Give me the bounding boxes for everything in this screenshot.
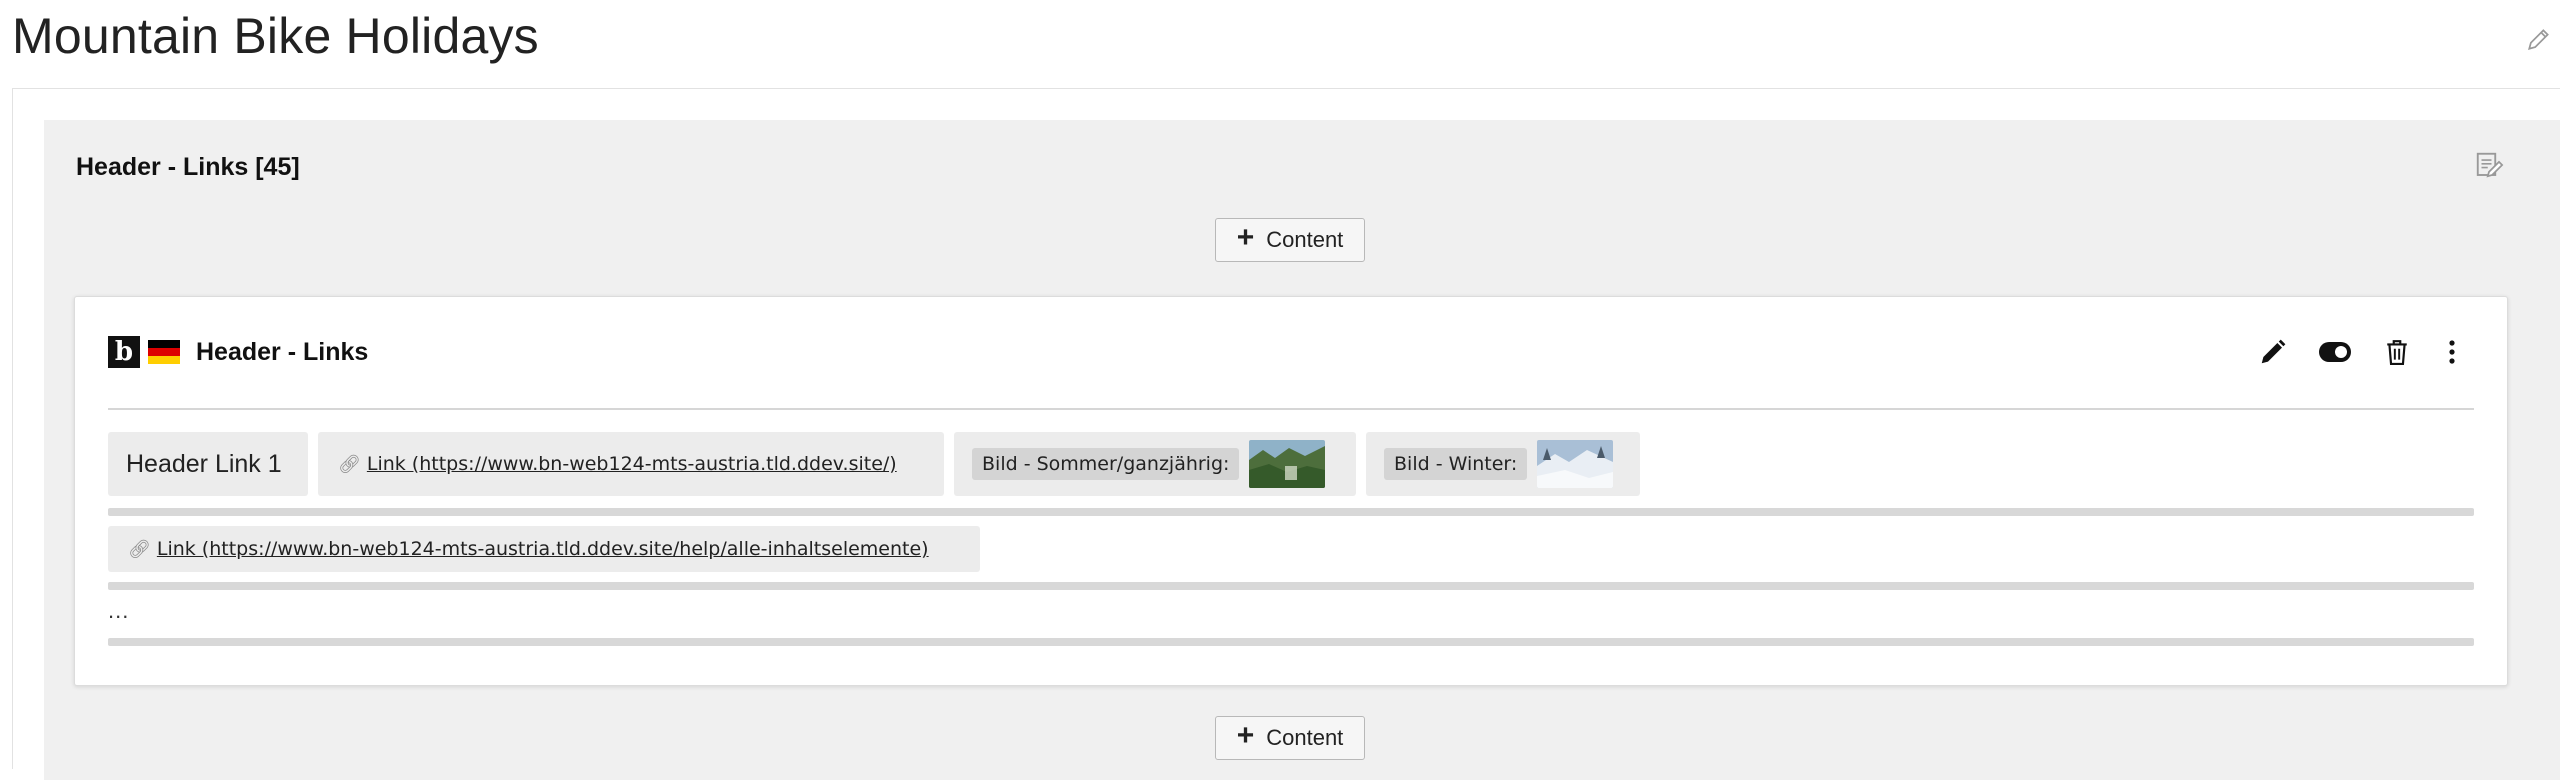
- add-content-button[interactable]: + Content: [1215, 716, 1365, 760]
- link-chip-2[interactable]: 🔗︎ Link (https://www.bn-web124-mts-austr…: [108, 526, 980, 572]
- image-winter-label: Bild - Winter:: [1384, 448, 1528, 480]
- link-text-2[interactable]: Link (https://www.bn-web124-mts-austria.…: [157, 538, 929, 560]
- plus-icon: +: [1236, 221, 1255, 254]
- content-element-title[interactable]: Header - Links: [196, 338, 368, 367]
- container-title: Header - Links [45]: [76, 153, 300, 181]
- divider: [108, 408, 2474, 410]
- link-chip-1[interactable]: 🔗︎ Link (https://www.bn-web124-mts-austr…: [318, 432, 944, 496]
- winter-thumbnail-image[interactable]: [1537, 440, 1614, 488]
- field-separator: [108, 508, 2474, 516]
- link-text-1[interactable]: Link (https://www.bn-web124-mts-austria.…: [367, 453, 897, 475]
- edit-document-icon[interactable]: [2474, 150, 2508, 184]
- more-vertical-icon[interactable]: [2442, 335, 2462, 369]
- field-separator: [108, 638, 2474, 646]
- plus-icon: +: [1236, 719, 1255, 752]
- image-summer-label: Bild - Sommer/ganzjährig:: [972, 448, 1240, 480]
- add-content-button[interactable]: + Content: [1215, 218, 1365, 262]
- trash-icon[interactable]: [2380, 335, 2414, 369]
- content-element-actions: [2256, 334, 2462, 370]
- field-title-chip: Header Link 1: [108, 432, 308, 496]
- page-title: Mountain Bike Holidays: [12, 8, 539, 64]
- add-content-button-label: Content: [1266, 227, 1344, 252]
- image-summer-chip: Bild - Sommer/ganzjährig:: [954, 432, 1356, 496]
- summer-thumbnail-image[interactable]: [1249, 440, 1326, 488]
- toggle-icon[interactable]: [2318, 335, 2352, 369]
- link-icon: 🔗︎: [338, 453, 361, 474]
- link-icon: 🔗︎: [128, 538, 151, 559]
- content-element-header: b Header - Links: [108, 334, 368, 370]
- add-content-button-label: Content: [1266, 725, 1344, 750]
- field-separator: [108, 582, 2474, 590]
- field-title-text: Header Link 1: [126, 449, 282, 478]
- pencil-icon[interactable]: [2522, 22, 2556, 56]
- content-type-icon: b: [108, 336, 140, 368]
- german-flag-icon: [148, 340, 180, 364]
- image-winter-chip: Bild - Winter:: [1366, 432, 1640, 496]
- pencil-icon[interactable]: [2256, 335, 2290, 369]
- more-indicator: ...: [108, 598, 130, 623]
